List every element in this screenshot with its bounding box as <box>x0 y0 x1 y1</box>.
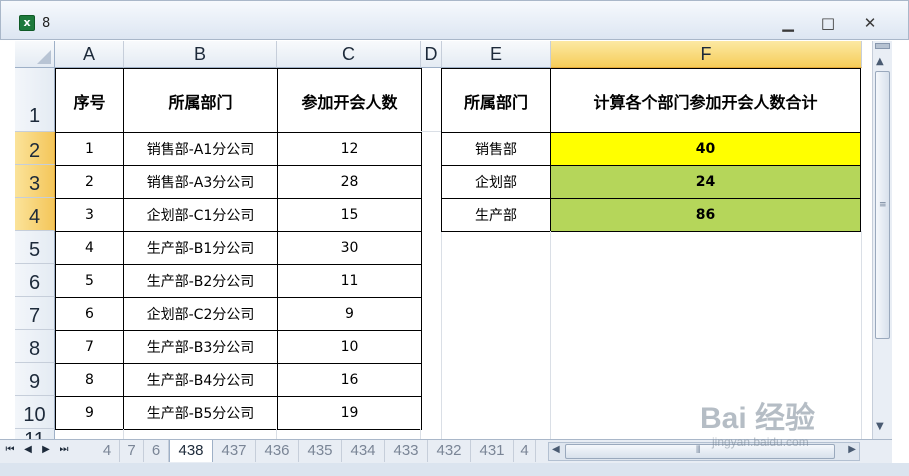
column-header-d[interactable]: D <box>421 41 442 68</box>
column-d-cells[interactable] <box>421 132 442 439</box>
left-header-seq[interactable]: 序号 <box>55 68 124 133</box>
cell-b11[interactable] <box>124 429 277 439</box>
cell-c4[interactable]: 15 <box>277 198 422 232</box>
column-header-c[interactable]: C <box>277 41 421 68</box>
cell-a9[interactable]: 8 <box>55 363 124 397</box>
row-header-7[interactable]: 7 <box>15 297 55 330</box>
cell-b10[interactable]: 生产部-B5分公司 <box>123 396 278 430</box>
cell-f3[interactable]: 24 <box>550 165 861 199</box>
cell-e3[interactable]: 企划部 <box>441 165 551 199</box>
cell-c5[interactable]: 30 <box>277 231 422 265</box>
cell-b9[interactable]: 生产部-B4分公司 <box>123 363 278 397</box>
sheet-tab[interactable]: 437 <box>213 440 256 462</box>
cell-f4[interactable]: 86 <box>550 198 861 232</box>
sheet-tab-active[interactable]: 438 <box>169 440 213 462</box>
cell-a10[interactable]: 9 <box>55 396 124 430</box>
vertical-scroll-thumb[interactable]: ≡ <box>875 71 890 339</box>
cell-b5[interactable]: 生产部-B1分公司 <box>123 231 278 265</box>
baidu-watermark: Bai 经验 jingyan.baidu.com <box>700 393 870 459</box>
sheet-tab[interactable]: 435 <box>299 440 342 462</box>
row-header-10[interactable]: 10 <box>15 396 55 429</box>
cell-a2[interactable]: 1 <box>55 132 124 166</box>
cell-a5[interactable]: 4 <box>55 231 124 265</box>
split-handle-icon[interactable] <box>875 43 890 49</box>
cell-d1[interactable] <box>421 68 442 132</box>
column-header-b[interactable]: B <box>124 41 277 68</box>
column-header-e[interactable]: E <box>442 41 551 68</box>
cell-c11[interactable] <box>277 429 421 439</box>
last-sheet-icon[interactable]: ⏭ <box>58 444 70 455</box>
scroll-up-icon[interactable]: ▲ <box>876 56 884 67</box>
cell-c9[interactable]: 16 <box>277 363 422 397</box>
row-header-3[interactable]: 3 <box>15 165 55 198</box>
next-sheet-icon[interactable]: ▶ <box>40 444 52 455</box>
sheet-tab[interactable]: 436 <box>256 440 299 462</box>
watermark-logo: Bai 经验 <box>700 402 816 435</box>
sheet-tab[interactable]: 433 <box>385 440 428 462</box>
scroll-down-icon[interactable]: ▼ <box>876 421 884 432</box>
sheet-tab[interactable]: 432 <box>428 440 471 462</box>
row-header-6[interactable]: 6 <box>15 264 55 297</box>
cell-c10[interactable]: 19 <box>277 396 422 430</box>
sheet-tab[interactable]: 7 <box>120 440 144 462</box>
excel-icon: x <box>19 15 35 31</box>
minimize-icon[interactable]: ▁ <box>774 13 802 33</box>
cell-b8[interactable]: 生产部-B3分公司 <box>123 330 278 364</box>
watermark-url: jingyan.baidu.com <box>712 435 809 449</box>
cell-c8[interactable]: 10 <box>277 330 422 364</box>
cell-e4[interactable]: 生产部 <box>441 198 551 232</box>
corner-triangle-icon <box>37 50 51 64</box>
cell-f2[interactable]: 40 <box>550 132 861 166</box>
left-header-count[interactable]: 参加开会人数 <box>277 68 422 133</box>
row-header-9[interactable]: 9 <box>15 363 55 396</box>
cell-c6[interactable]: 11 <box>277 264 422 298</box>
cell-a8[interactable]: 7 <box>55 330 124 364</box>
cell-e2[interactable]: 销售部 <box>441 132 551 166</box>
right-header-dept[interactable]: 所属部门 <box>441 68 551 133</box>
window-title: 8 <box>42 16 51 31</box>
row-header-8[interactable]: 8 <box>15 330 55 363</box>
sheet-tab[interactable]: 6 <box>144 440 169 462</box>
cell-b6[interactable]: 生产部-B2分公司 <box>123 264 278 298</box>
empty-range-e5-e11[interactable] <box>442 231 551 439</box>
right-header-total[interactable]: 计算各个部门参加开会人数合计 <box>550 68 861 133</box>
cell-b2[interactable]: 销售部-A1分公司 <box>123 132 278 166</box>
row-header-1[interactable]: 1 <box>15 68 55 132</box>
cell-c2[interactable]: 12 <box>277 132 422 166</box>
select-all-corner[interactable] <box>15 41 55 68</box>
column-header-a[interactable]: A <box>55 41 124 68</box>
cell-b3[interactable]: 销售部-A3分公司 <box>123 165 278 199</box>
vertical-scrollbar[interactable]: ▲ ≡ ▼ <box>872 41 892 439</box>
cell-a3[interactable]: 2 <box>55 165 124 199</box>
cell-b7[interactable]: 企划部-C2分公司 <box>123 297 278 331</box>
row-header-4[interactable]: 4 <box>15 198 55 231</box>
worksheet-grid[interactable]: A B C D E F 1 2 3 4 5 6 7 8 9 10 11 序号 所… <box>15 41 872 439</box>
row-header-2[interactable]: 2 <box>15 132 55 165</box>
left-header-dept[interactable]: 所属部门 <box>123 68 278 133</box>
grip-icon: ≡ <box>879 200 887 210</box>
restore-icon[interactable]: □ <box>814 13 842 33</box>
cell-c3[interactable]: 28 <box>277 165 422 199</box>
sheet-tab[interactable]: 4 <box>514 440 536 462</box>
sheet-tab[interactable]: 431 <box>471 440 514 462</box>
title-bar: x 8 ▁ □ ✕ <box>0 0 909 40</box>
column-header-f[interactable]: F <box>551 41 862 68</box>
cell-c7[interactable]: 9 <box>277 297 422 331</box>
cell-a11[interactable] <box>55 429 124 439</box>
sheet-tab[interactable]: 4 <box>95 440 120 462</box>
row-header-11[interactable]: 11 <box>15 429 55 439</box>
cell-a7[interactable]: 6 <box>55 297 124 331</box>
close-icon[interactable]: ✕ <box>856 13 884 33</box>
status-strip <box>0 463 909 476</box>
prev-sheet-icon[interactable]: ◀ <box>22 444 34 455</box>
cell-a4[interactable]: 3 <box>55 198 124 232</box>
scroll-left-icon[interactable]: ◀ <box>552 444 560 455</box>
cell-b4[interactable]: 企划部-C1分公司 <box>123 198 278 232</box>
sheet-tab[interactable]: 434 <box>342 440 385 462</box>
cell-a6[interactable]: 5 <box>55 264 124 298</box>
first-sheet-icon[interactable]: ⏮ <box>4 444 16 455</box>
row-header-5[interactable]: 5 <box>15 231 55 264</box>
